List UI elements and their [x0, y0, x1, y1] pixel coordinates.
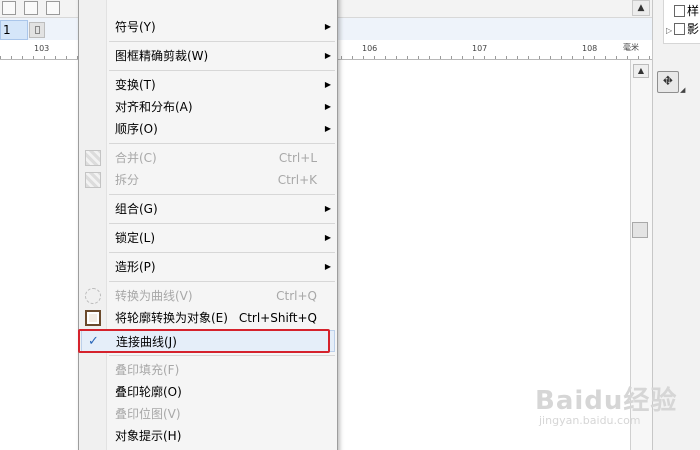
menu-separator	[109, 143, 335, 144]
menu-separator	[109, 194, 335, 195]
menu-item-powerclip[interactable]: 图框精确剪裁(W) ▶	[79, 45, 337, 67]
scroll-thumb[interactable]	[632, 222, 648, 238]
menu-item-label: 合并(C)	[115, 151, 157, 165]
menu-item-shortcut: Ctrl+K	[277, 173, 317, 187]
menu-item-overprint-bitmap[interactable]: 叠印位图(V)	[79, 403, 337, 425]
menu-item-convert-to-curves[interactable]: 转换为曲线(V) Ctrl+Q	[79, 285, 337, 307]
menu-separator	[109, 70, 335, 71]
menu-item-label: 将轮廓转换为对象(E)	[115, 311, 228, 325]
menu-item-overprint-outline[interactable]: 叠印轮廓(O)	[79, 381, 337, 403]
tree-item-label: 样	[687, 4, 700, 18]
watermark: Baidu经验 jingyan.baidu.com	[535, 372, 695, 432]
annotation-highlight-box	[78, 329, 330, 353]
toolbar-button[interactable]	[46, 1, 60, 15]
menu-item-shaping[interactable]: 造形(P) ▶	[79, 256, 337, 278]
ruler-label: 107	[472, 44, 488, 53]
menu-item-shortcut: Ctrl+Shift+Q	[238, 311, 317, 325]
ruler-unit: 毫米	[623, 43, 639, 52]
menu-item-shortcut: Ctrl+L	[278, 151, 317, 165]
submenu-arrow-icon: ▶	[324, 262, 331, 271]
menu-item-label: 造形(P)	[115, 260, 156, 274]
menu-item-lock[interactable]: 锁定(L) ▶	[79, 227, 337, 249]
toolbar-button[interactable]	[24, 1, 38, 15]
menu-separator	[109, 281, 335, 282]
document-icon	[674, 5, 685, 17]
outline-to-object-icon	[85, 310, 101, 326]
menu-item-label: 符号(Y)	[115, 20, 156, 34]
document-icon	[674, 23, 685, 35]
shape-tool-icon[interactable]: ⛖	[657, 71, 679, 93]
submenu-arrow-icon: ▶	[324, 80, 331, 89]
menu-item-symbol[interactable]: 符号(Y) ▶	[79, 16, 337, 38]
watermark-logo: Baidu经验	[535, 386, 678, 416]
menu-item-label: 顺序(O)	[115, 122, 158, 136]
menu-item-label: 锁定(L)	[115, 231, 156, 245]
submenu-arrow-icon: ▶	[324, 102, 331, 111]
menu-separator	[109, 252, 335, 253]
tree-item[interactable]: 样	[666, 3, 699, 19]
submenu-arrow-icon: ▶	[324, 22, 331, 31]
menu-item-label: 组合(G)	[115, 202, 158, 216]
menu-item-label: 图框精确剪裁(W)	[115, 49, 209, 63]
page-number-tab[interactable]: 1	[0, 20, 28, 40]
object-tree: 样 ▷ 影	[663, 0, 700, 44]
menu-item-label: 对齐和分布(A)	[115, 100, 193, 114]
menu-item-overprint-fill[interactable]: 叠印填充(F)	[79, 359, 337, 381]
menu-item-group[interactable]: 组合(G) ▶	[79, 198, 337, 220]
menu-item-label: 叠印轮廓(O)	[115, 385, 182, 399]
submenu-arrow-icon: ▶	[324, 124, 331, 133]
menu-item-shortcut: Ctrl+Q	[276, 289, 317, 303]
break-apart-icon	[85, 172, 101, 188]
expand-icon[interactable]: ▷	[666, 23, 674, 39]
menu-item-label: 叠印填充(F)	[115, 363, 180, 377]
combine-icon	[85, 150, 101, 166]
ruler-label: 106	[362, 44, 378, 53]
menu-item-label: 转换为曲线(V)	[115, 289, 193, 303]
menu-item-break-apart[interactable]: 拆分 Ctrl+K	[79, 169, 337, 191]
menu-item-label: 变换(T)	[115, 78, 156, 92]
convert-to-curves-icon	[85, 288, 101, 304]
page-tab-icon[interactable]	[29, 22, 45, 38]
watermark-url: jingyan.baidu.com	[539, 414, 641, 427]
submenu-arrow-icon: ▶	[324, 233, 331, 242]
menu-separator	[109, 41, 335, 42]
menu-item-object-hints[interactable]: 对象提示(H)	[79, 425, 337, 447]
submenu-arrow-icon: ▶	[324, 204, 331, 213]
scroll-up-arrow[interactable]: ▲	[632, 0, 650, 16]
menu-separator	[109, 223, 335, 224]
menu-separator	[109, 355, 335, 356]
ruler-label: 108	[582, 44, 598, 53]
menu-item-align-distribute[interactable]: 对齐和分布(A) ▶	[79, 96, 337, 118]
menu-item-label: 叠印位图(V)	[115, 407, 181, 421]
context-menu: 符号(Y) ▶ 图框精确剪裁(W) ▶ 变换(T) ▶ 对齐和分布(A) ▶ 顺…	[78, 0, 338, 450]
menu-item-label: 拆分	[115, 173, 140, 187]
ruler-label: 103	[34, 44, 50, 53]
menu-item-outline-to-object[interactable]: 将轮廓转换为对象(E) Ctrl+Shift+Q	[79, 307, 337, 329]
tree-item[interactable]: ▷ 影	[666, 21, 699, 37]
toolbar-button[interactable]	[2, 1, 16, 15]
menu-item-transform[interactable]: 变换(T) ▶	[79, 74, 337, 96]
submenu-arrow-icon: ▶	[324, 51, 331, 60]
tree-item-label: 影	[687, 22, 700, 36]
flyout-arrow-icon[interactable]: ◢	[680, 86, 685, 94]
scroll-up-arrow[interactable]: ▲	[633, 64, 649, 78]
menu-item-label: 对象提示(H)	[115, 429, 182, 443]
menu-item-combine[interactable]: 合并(C) Ctrl+L	[79, 147, 337, 169]
menu-item-order[interactable]: 顺序(O) ▶	[79, 118, 337, 140]
